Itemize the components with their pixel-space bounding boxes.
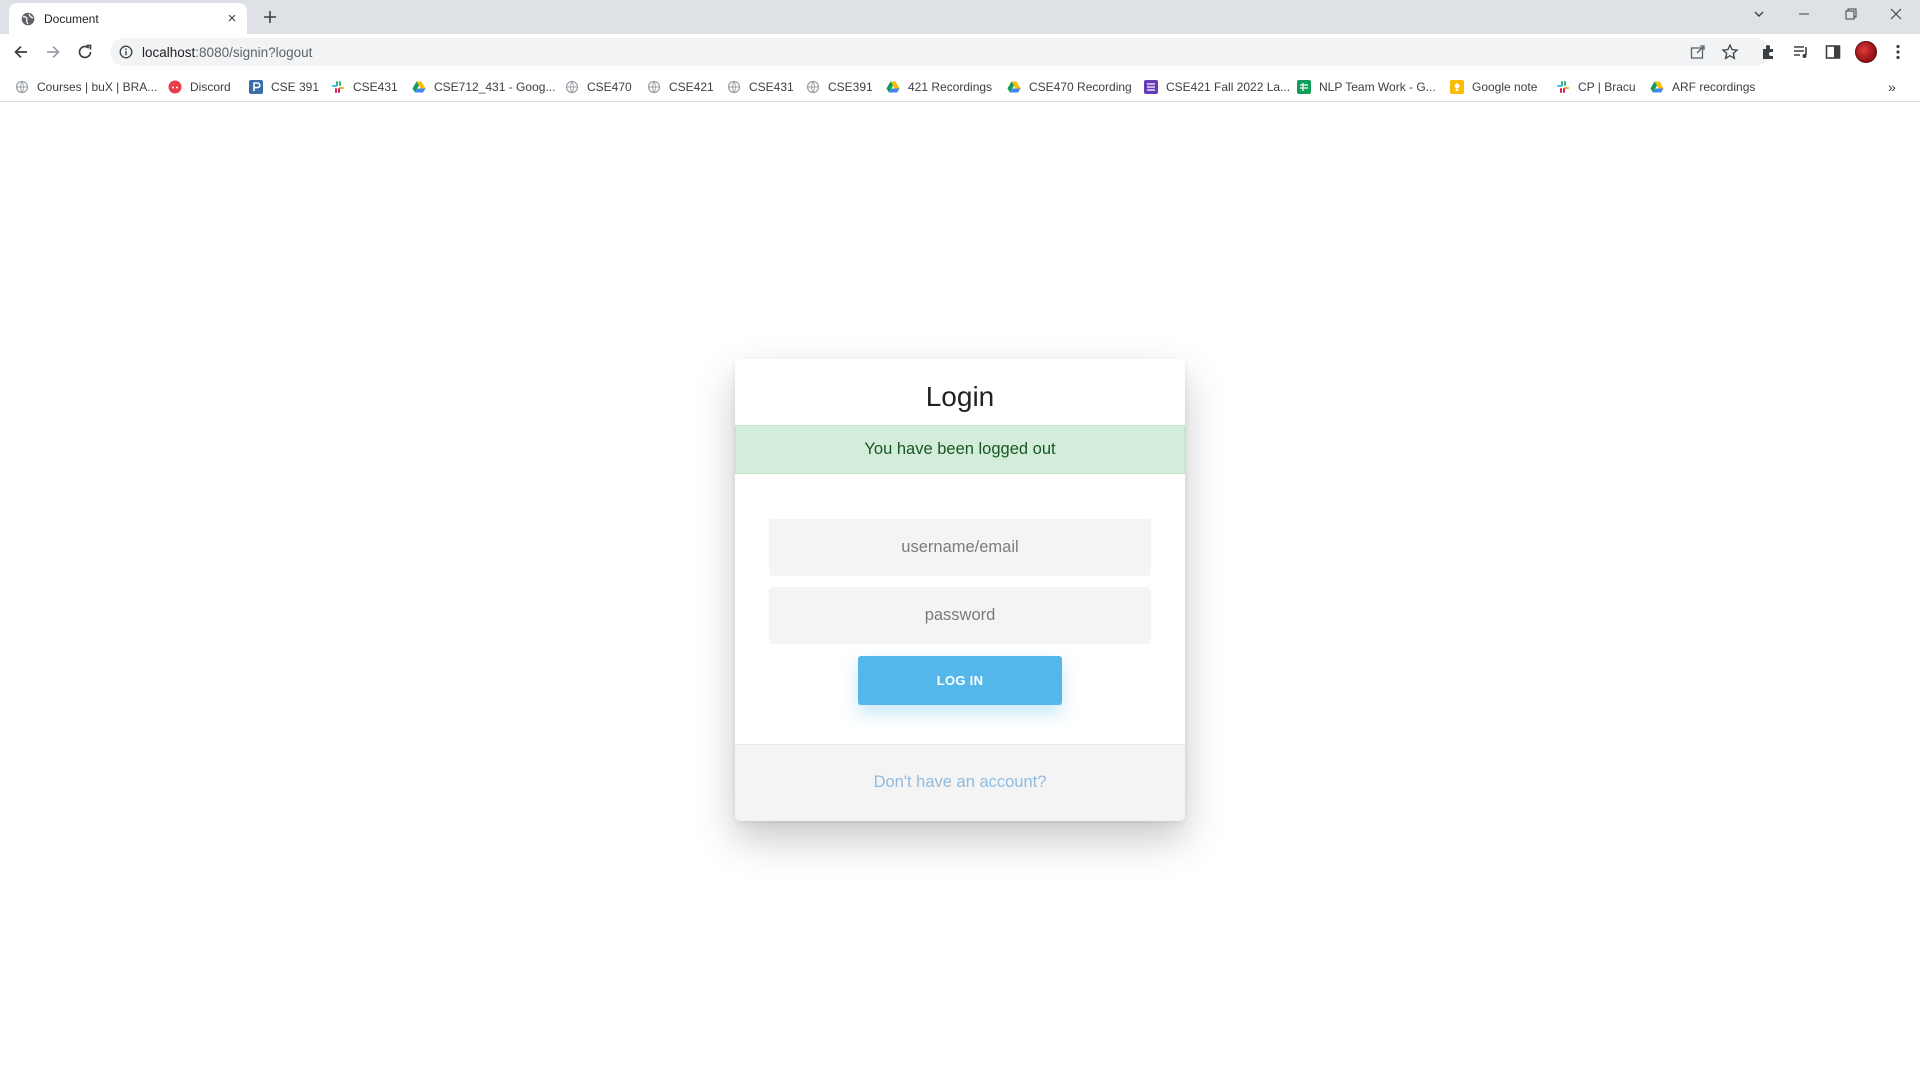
bookmarks-bar: Courses | buX | BRA... Discord CSE 391 C… (0, 70, 1920, 102)
login-card: Login You have been logged out LOG IN Do… (735, 359, 1185, 821)
bookmark-label: CSE391 (828, 80, 873, 94)
bookmark-item[interactable]: 421 Recordings (886, 78, 992, 96)
url-text[interactable]: localhost:8080/signin?logout (142, 45, 312, 60)
keep-icon (1450, 80, 1464, 94)
bookmark-label: NLP Team Work - G... (1319, 80, 1436, 94)
site-info-icon[interactable] (119, 45, 133, 59)
profile-avatar[interactable] (1855, 41, 1877, 63)
drive-icon (1007, 81, 1021, 93)
login-button[interactable]: LOG IN (858, 656, 1062, 705)
discord-icon (168, 80, 182, 94)
logout-alert: You have been logged out (735, 425, 1185, 474)
restore-icon[interactable] (1839, 4, 1863, 26)
share-icon[interactable] (1689, 43, 1707, 61)
bookmark-label: 421 Recordings (908, 80, 993, 94)
more-bookmarks-icon[interactable]: » (1888, 79, 1896, 95)
bookmark-item[interactable]: CSE 391 (249, 78, 319, 96)
bookmark-item[interactable]: Courses | buX | BRA... (15, 78, 157, 96)
bookmark-item[interactable]: NLP Team Work - G... (1297, 78, 1436, 96)
bookmark-label: CSE 391 (271, 80, 320, 94)
extensions-icon[interactable] (1759, 42, 1779, 62)
url-path: :8080/signin?logout (195, 45, 313, 60)
bookmark-label: CSE421 (669, 80, 714, 94)
bookmark-item[interactable]: CSE391 (806, 78, 873, 96)
slack-icon (1557, 81, 1569, 93)
bookmark-label: CSE470 Recording (1029, 80, 1132, 94)
tab-close-icon[interactable]: × (224, 11, 240, 27)
bookmark-item[interactable]: CSE421 (647, 78, 714, 96)
new-tab-icon[interactable] (260, 7, 280, 27)
bookmark-item[interactable]: Discord (168, 78, 231, 96)
globe-icon (565, 80, 579, 94)
bookmark-item[interactable]: ARF recordings (1650, 78, 1755, 96)
drive-icon (1650, 81, 1664, 93)
address-bar[interactable]: localhost:8080/signin?logout (110, 38, 1770, 66)
menu-icon[interactable] (1888, 42, 1908, 62)
password-input[interactable] (769, 587, 1151, 644)
globe-icon (647, 80, 661, 94)
bookmark-item[interactable]: CSE712_431 - Goog... (412, 78, 555, 96)
bookmark-item[interactable]: CSE470 Recording (1007, 78, 1132, 96)
bookmark-label: CSE712_431 - Goog... (434, 80, 556, 94)
bookmark-item[interactable]: Google note (1450, 78, 1537, 96)
side-panel-icon[interactable] (1823, 42, 1843, 62)
browser-tab[interactable]: Document × (9, 3, 247, 34)
bookmark-label: CSE431 (353, 80, 398, 94)
p-icon (249, 80, 263, 94)
close-window-icon[interactable] (1884, 4, 1908, 26)
globe-icon (727, 80, 741, 94)
globe-icon (806, 80, 820, 94)
bookmark-item[interactable]: CSE431 (727, 78, 794, 96)
bookmark-label: Google note (1472, 80, 1538, 94)
bookmark-star-icon[interactable] (1721, 43, 1739, 61)
browser-toolbar: localhost:8080/signin?logout (0, 34, 1920, 70)
tab-strip: Document × (0, 0, 1920, 34)
bookmark-label: CSE431 (749, 80, 794, 94)
reload-icon[interactable] (75, 42, 95, 62)
login-title: Login (925, 381, 995, 412)
bookmark-item[interactable]: CSE421 Fall 2022 La... (1144, 78, 1290, 96)
slack-icon (332, 81, 344, 93)
sheets-icon (1297, 80, 1311, 94)
forward-icon[interactable] (43, 42, 63, 62)
bookmark-label: CSE470 (587, 80, 632, 94)
globe-icon (21, 12, 35, 26)
bookmark-item[interactable]: CP | Bracu (1556, 78, 1636, 96)
signup-link[interactable]: Don't have an account? (735, 773, 1185, 792)
tab-search-icon[interactable] (1747, 4, 1771, 26)
url-host: localhost (142, 45, 196, 60)
bookmark-item[interactable]: CSE431 (331, 78, 398, 96)
drive-icon (886, 81, 900, 93)
minimize-icon[interactable] (1792, 4, 1816, 26)
media-controls-icon[interactable] (1791, 42, 1811, 62)
username-input[interactable] (769, 519, 1151, 576)
tab-title: Document (44, 12, 99, 26)
drive-icon (412, 81, 426, 93)
back-icon[interactable] (11, 42, 31, 62)
bookmark-label: ARF recordings (1672, 80, 1756, 94)
card-footer: Don't have an account? (735, 744, 1185, 821)
bookmark-label: CP | Bracu (1578, 80, 1636, 94)
globe-icon (15, 80, 29, 94)
bookmark-label: CSE421 Fall 2022 La... (1166, 80, 1291, 94)
bookmark-label: Discord (190, 80, 231, 94)
forms-icon (1144, 80, 1158, 94)
bookmark-label: Courses | buX | BRA... (37, 80, 158, 94)
bookmark-item[interactable]: CSE470 (565, 78, 632, 96)
